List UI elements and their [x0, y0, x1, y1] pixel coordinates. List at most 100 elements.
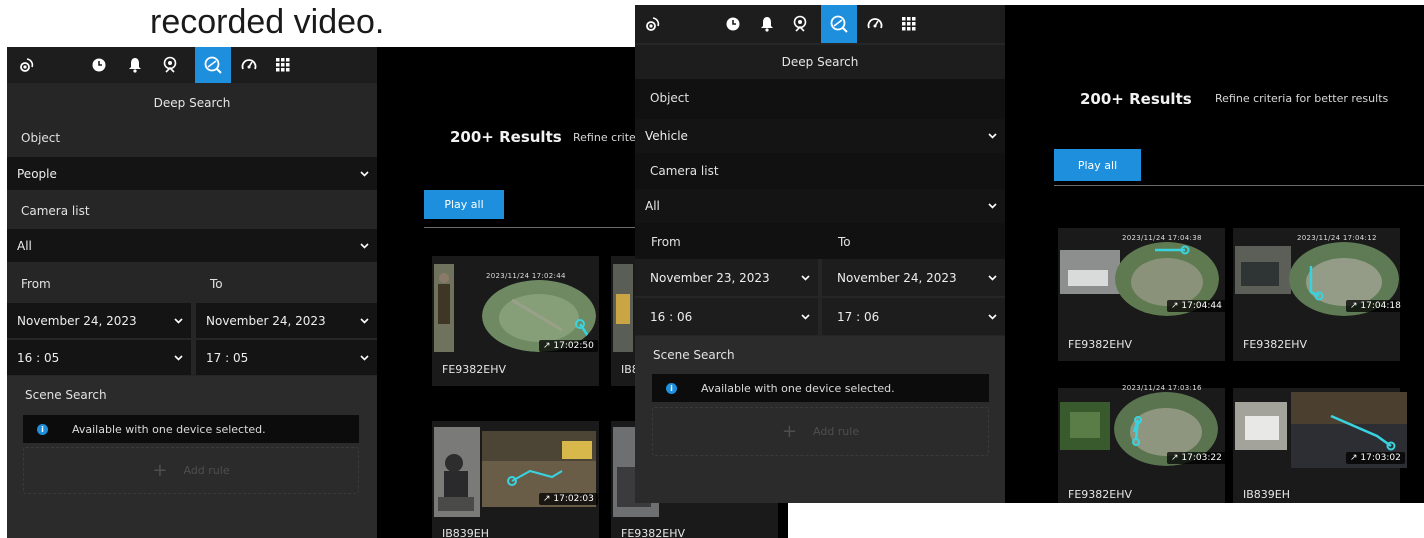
view-toggle-icon[interactable] [9, 47, 45, 83]
clip-time: 17:04:44 [1181, 301, 1222, 311]
results-count: 200+ Results [450, 128, 562, 146]
face-search-icon[interactable] [783, 5, 819, 43]
from-date-value: November 24, 2023 [17, 313, 137, 328]
chevron-down-icon [801, 274, 810, 281]
to-label: To [210, 277, 223, 291]
camera-list-select[interactable]: All [635, 189, 1005, 223]
chevron-down-icon [174, 354, 183, 361]
trend-icon: ↗ [543, 494, 551, 504]
results-hint: Refine criteria for better results [1215, 92, 1389, 105]
camera-list-label: Camera list [21, 204, 90, 218]
panel-title: Deep Search [635, 45, 1005, 79]
clip-time-badge: ↗ 17:04:44 [1167, 300, 1226, 312]
to-time-select[interactable]: 17 : 06 [822, 298, 1005, 335]
result-card[interactable]: 2023/11/24 17:03:16 ↗ 17:03:22 FE9382EHV [1058, 384, 1226, 503]
camera-list-select-value: All [17, 238, 32, 253]
camera-name: FE9382EHV [1068, 338, 1133, 351]
trend-icon: ↗ [1171, 301, 1179, 311]
play-all-button[interactable]: Play all [1054, 149, 1141, 181]
scene-search-label: Scene Search [25, 388, 107, 402]
face-search-icon[interactable] [153, 47, 189, 83]
to-date-value: November 24, 2023 [206, 313, 326, 328]
chevron-down-icon [988, 274, 997, 281]
chevron-down-icon [360, 170, 369, 177]
from-date-select[interactable]: November 23, 2023 [635, 259, 818, 296]
object-select-value: Vehicle [645, 129, 688, 143]
to-time-value: 17 : 05 [206, 350, 249, 365]
snapshot-timestamp: 2023/11/24 17:04:12 [1297, 234, 1377, 242]
object-label: Object [650, 91, 690, 105]
person-snapshot [434, 264, 454, 352]
info-text: Available with one device selected. [72, 422, 266, 436]
scene-search-section: Scene Search i Available with one device… [7, 376, 377, 538]
chevron-down-icon [988, 313, 997, 320]
clock-icon[interactable] [715, 5, 751, 43]
result-card[interactable]: 2023/11/24 17:04:38 ↗ 17:04:44 FE9382EHV [1058, 228, 1226, 361]
object-select[interactable]: People [7, 157, 377, 190]
from-time-select[interactable]: 16 : 06 [635, 298, 818, 335]
to-date-select[interactable]: November 24, 2023 [822, 259, 1005, 296]
to-time-select[interactable]: 17 : 05 [196, 340, 377, 375]
bell-icon[interactable] [117, 47, 153, 83]
vehicle-snapshot [613, 264, 633, 352]
from-date-select[interactable]: November 24, 2023 [7, 303, 191, 338]
chevron-down-icon [988, 203, 997, 209]
right-form-top [635, 79, 1005, 119]
clip-time: 17:03:02 [1360, 453, 1401, 463]
clock-icon[interactable] [81, 47, 117, 83]
grid-icon[interactable] [891, 5, 927, 43]
snapshot-timestamp: 2023/11/24 17:04:38 [1122, 234, 1202, 242]
from-time-value: 16 : 06 [650, 309, 693, 324]
speedometer-icon[interactable] [857, 5, 893, 43]
object-select[interactable]: Vehicle [635, 119, 1005, 153]
to-time-value: 17 : 06 [837, 309, 880, 324]
from-label: From [21, 277, 51, 291]
deep-search-icon[interactable] [821, 5, 857, 43]
results-divider [1054, 185, 1424, 186]
from-date-value: November 23, 2023 [650, 270, 770, 285]
clip-time: 17:02:50 [553, 341, 594, 351]
result-card[interactable]: ↗ 17:02:03 IB839EH [432, 421, 599, 538]
result-card[interactable]: ↗ 17:03:02 IB839EH [1233, 388, 1407, 503]
chevron-down-icon [174, 317, 183, 324]
chevron-down-icon [360, 354, 369, 361]
trend-icon: ↗ [1350, 301, 1358, 311]
to-date-select[interactable]: November 24, 2023 [196, 303, 377, 338]
info-text: Available with one device selected. [701, 381, 895, 395]
from-time-select[interactable]: 16 : 05 [7, 340, 191, 375]
plus-icon: + [152, 460, 168, 481]
snapshot-timestamp: 2023/11/24 17:03:16 [1122, 384, 1202, 392]
scene-search-label: Scene Search [653, 348, 735, 362]
right-deep-search-panel: Deep Search Object Vehicle Camera list A… [635, 5, 1005, 503]
result-card[interactable]: 2023/11/24 17:02:44 ↗ 17:02:50 FE9382EHV [432, 256, 599, 386]
vehicle-snapshot [1060, 402, 1110, 450]
trend-icon: ↗ [1171, 453, 1179, 463]
clip-time-badge: ↗ 17:02:03 [539, 493, 598, 505]
from-label: From [651, 235, 681, 249]
date-labels-row [635, 223, 1005, 259]
view-toggle-icon[interactable] [635, 5, 671, 43]
from-time-value: 16 : 05 [17, 350, 60, 365]
camera-list-select[interactable]: All [7, 229, 377, 262]
speedometer-icon[interactable] [231, 47, 267, 83]
vehicle-snapshot [1235, 402, 1287, 450]
add-rule-button[interactable]: + Add rule [23, 447, 359, 494]
bell-icon[interactable] [749, 5, 785, 43]
caption-text: recorded video. [150, 3, 385, 41]
camera-name: FE9382EHV [1243, 338, 1308, 351]
play-all-button[interactable]: Play all [424, 190, 504, 219]
deep-search-icon[interactable] [195, 47, 231, 83]
result-card[interactable]: 2023/11/24 17:04:12 ↗ 17:04:18 FE9382EHV [1233, 228, 1405, 361]
clip-time-badge: ↗ 17:04:18 [1346, 300, 1405, 312]
grid-icon[interactable] [265, 47, 301, 83]
info-icon: i [666, 382, 677, 394]
clip-time: 17:02:03 [553, 494, 594, 504]
object-label: Object [21, 131, 61, 145]
info-icon: i [37, 423, 48, 435]
trend-icon: ↗ [543, 341, 551, 351]
plus-icon: + [781, 421, 797, 442]
camera-name: FE9382EHV [1068, 488, 1133, 501]
add-rule-button[interactable]: + Add rule [652, 407, 989, 456]
clip-time-badge: ↗ 17:03:02 [1346, 452, 1405, 464]
info-bar: i Available with one device selected. [652, 374, 989, 402]
